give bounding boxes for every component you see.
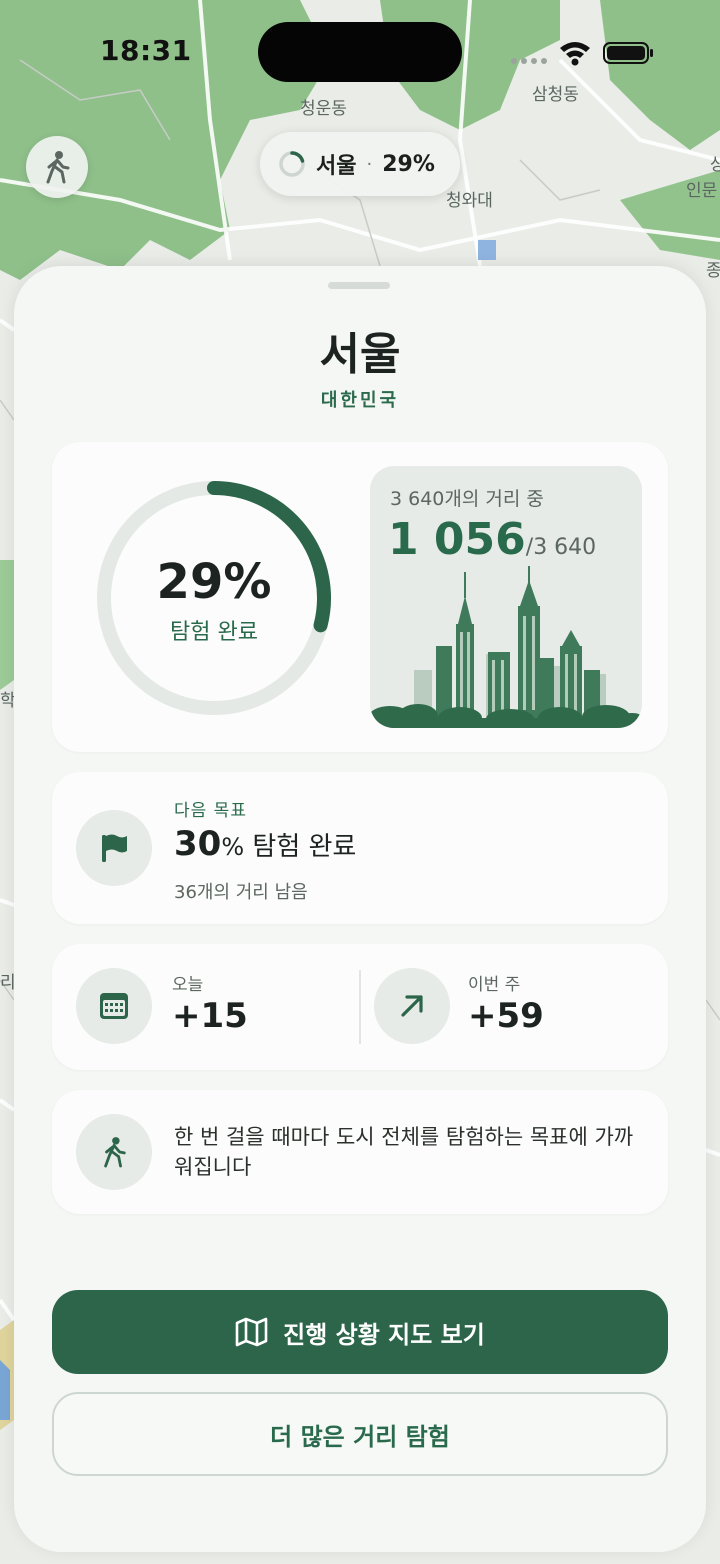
streets-total: /3 640	[525, 535, 597, 560]
stat-week-label: 이번 주	[468, 975, 521, 995]
next-goal-title-rest: 탐험 완료	[244, 832, 357, 862]
stat-today-value: +15	[172, 996, 248, 1036]
walking-icon	[46, 151, 70, 184]
sheet-grabber[interactable]	[328, 282, 390, 289]
city-skyline-illustration	[370, 566, 642, 728]
progress-label: 탐험 완료	[170, 620, 258, 645]
walking-icon-circle	[76, 1114, 152, 1190]
next-goal-card[interactable]: 다음 목표 30% 탐험 완료 36개의 거리 남음	[52, 772, 668, 924]
country-subtitle: 대한민국	[320, 390, 400, 411]
map-label-inmun: 인문	[686, 181, 718, 201]
explore-more-streets-label: 더 많은 거리 탐험	[270, 1422, 450, 1451]
streets-caption: 3 640개의 거리 중	[390, 488, 544, 510]
view-progress-map-button[interactable]: 진행 상황 지도 보기	[52, 1290, 668, 1374]
motivation-card: 한 번 걸을 때마다 도시 전체를 탐험하는 목표에 가까워집니다	[52, 1090, 668, 1214]
map-label-samcheongdong: 삼청동	[532, 85, 579, 105]
next-goal-percent: 30	[174, 824, 222, 864]
wifi-icon	[560, 42, 590, 66]
stats-divider	[359, 970, 361, 1044]
next-goal-title: 30% 탐험 완료	[174, 824, 356, 864]
next-goal-remaining: 36개의 거리 남음	[174, 882, 308, 903]
map-label-edge-sang: 상	[710, 155, 720, 175]
map-label-cheongwadae: 청와대	[446, 191, 493, 211]
walk-mode-button[interactable]	[26, 136, 88, 198]
next-goal-caption: 다음 목표	[174, 801, 247, 821]
city-title: 서울	[319, 329, 401, 380]
spinner-icon	[279, 151, 305, 177]
explore-more-streets-button[interactable]: 더 많은 거리 탐험	[52, 1392, 668, 1476]
arrow-up-right-icon	[401, 995, 423, 1017]
streets-explored-value: 1 056	[388, 514, 526, 565]
pill-separator: ·	[366, 153, 373, 175]
map-label-cheongundong: 청운동	[300, 99, 347, 119]
streets-explored-count: 1 056/3 640	[388, 514, 596, 565]
pill-percent: 29%	[382, 151, 435, 177]
streets-summary: 3 640개의 거리 중 1 056/3 640	[370, 466, 642, 728]
city-progress-pill[interactable]: 서울 · 29%	[260, 132, 460, 196]
map-label-edge-jong: 종	[706, 261, 720, 281]
map-icon	[235, 1317, 268, 1347]
status-icons	[511, 42, 653, 66]
walking-icon	[104, 1137, 126, 1168]
battery-icon	[603, 42, 653, 64]
cellular-dots-icon	[511, 58, 547, 64]
stat-today-label: 오늘	[172, 975, 204, 995]
motivation-text: 한 번 걸을 때마다 도시 전체를 탐험하는 목표에 가까워집니다	[174, 1125, 634, 1179]
calendar-icon	[100, 993, 128, 1019]
city-detail-sheet: 서울 대한민국 29% 탐험 완료 3 640개의 거리 중 1 056/3 6…	[14, 266, 706, 1552]
pill-city-name: 서울	[316, 154, 357, 179]
progress-card: 29% 탐험 완료 3 640개의 거리 중 1 056/3 640	[52, 442, 668, 752]
dynamic-island	[258, 22, 462, 82]
flag-icon-circle	[76, 810, 152, 886]
status-time: 18:31	[100, 34, 192, 67]
calendar-icon-circle	[76, 968, 152, 1044]
arrow-icon-circle	[374, 968, 450, 1044]
stats-card: 오늘 +15 이번 주 +59	[52, 944, 668, 1070]
stat-week-value: +59	[468, 996, 544, 1036]
view-progress-map-label: 진행 상황 지도 보기	[283, 1320, 485, 1349]
progress-percent: 29%	[156, 554, 272, 610]
flag-icon	[102, 834, 127, 862]
next-goal-percent-unit: %	[221, 833, 245, 861]
